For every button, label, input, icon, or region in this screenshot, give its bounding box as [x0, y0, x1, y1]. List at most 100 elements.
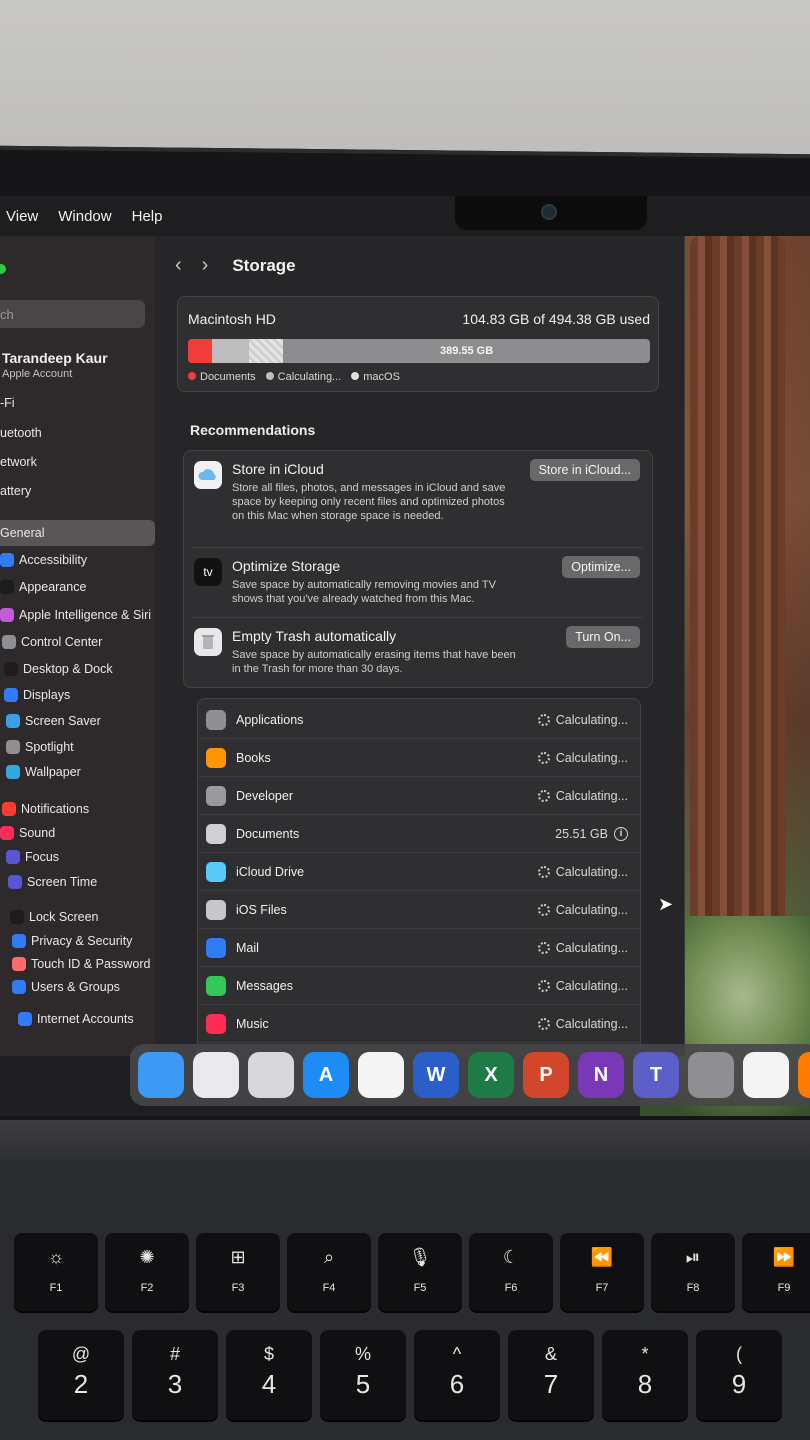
recommendation-optimize: tv Optimize Storage Save space by automa…	[192, 547, 644, 617]
powerpoint-icon[interactable]: P	[523, 1052, 569, 1098]
key-shift-label: ^	[452, 1344, 462, 1364]
back-chevron-icon[interactable]: ‹	[175, 254, 182, 277]
function-key-icon: ⌕	[323, 1247, 335, 1267]
turn-on-button[interactable]: Turn On...	[566, 626, 640, 648]
key-label: 7	[543, 1369, 559, 1399]
sidebar-item-label: attery	[0, 484, 32, 498]
window-zoom-button[interactable]	[0, 264, 6, 274]
key-7[interactable]: & 7	[508, 1330, 594, 1420]
sidebar-item-label: Appearance	[19, 580, 87, 594]
launchpad-icon[interactable]	[193, 1052, 239, 1098]
sidebar-item-screen-time[interactable]: Screen Time	[8, 871, 97, 893]
usage-segment-calculating[interactable]	[212, 339, 249, 363]
menu-window[interactable]: Window	[58, 208, 111, 225]
category-row-books[interactable]: Books Calculating...	[198, 739, 640, 777]
word-icon[interactable]: W	[413, 1052, 459, 1098]
usage-segment-macos[interactable]	[248, 339, 284, 363]
key-f8[interactable]: ⏯ F8	[651, 1233, 735, 1311]
account-name[interactable]: Tarandeep Kaur	[2, 350, 108, 366]
sidebar-item-desktop-dock[interactable]: Desktop & Dock	[4, 658, 113, 680]
sidebar-item-label: Notifications	[21, 802, 90, 816]
sidebar-item-touch-id-password[interactable]: Touch ID & Password	[12, 953, 151, 975]
sidebar-app-icon	[4, 688, 18, 702]
category-size: Calculating...	[537, 903, 628, 917]
sidebar-item-wallpaper[interactable]: Wallpaper	[6, 761, 81, 783]
sidebar-item-notifications[interactable]: Notifications	[2, 798, 89, 820]
info-icon[interactable]: i	[614, 826, 628, 841]
forward-chevron-icon[interactable]: ›	[202, 254, 209, 277]
menu-help[interactable]: Help	[132, 208, 163, 225]
key-label: F8	[686, 1282, 700, 1294]
key-9[interactable]: (9	[696, 1330, 782, 1420]
key-f7[interactable]: ⏪ F7	[560, 1233, 644, 1311]
sidebar-item-sound[interactable]: Sound	[0, 822, 55, 844]
key-f4[interactable]: ⌕ F4	[287, 1233, 371, 1311]
teams-icon[interactable]: T	[633, 1052, 679, 1098]
sidebar-item-attery[interactable]: attery	[0, 480, 31, 502]
calculator-icon[interactable]	[248, 1052, 294, 1098]
firefox-icon[interactable]	[798, 1052, 810, 1098]
menu-view[interactable]: View	[6, 208, 38, 225]
sidebar-item-users-groups[interactable]: Users & Groups	[12, 976, 120, 998]
photos-icon[interactable]	[358, 1052, 404, 1098]
usage-segment-documents[interactable]	[188, 339, 213, 363]
app-store-icon[interactable]: A	[303, 1052, 349, 1098]
storage-usage-bar[interactable]: 389.55 GB	[188, 339, 650, 363]
chrome-icon[interactable]	[743, 1052, 789, 1098]
sidebar-item-privacy-security[interactable]: Privacy & Security	[12, 930, 132, 952]
dock-icon-glyph: T	[649, 1063, 663, 1086]
sidebar-item-uetooth[interactable]: uetooth	[0, 422, 42, 444]
onenote-icon[interactable]: N	[578, 1052, 624, 1098]
sidebar-search-input[interactable]: ch	[0, 300, 145, 328]
category-row-mail[interactable]: Mail Calculating...	[198, 929, 640, 967]
key-f5[interactable]: 🎙 F5	[378, 1233, 462, 1311]
sidebar-app-icon	[0, 553, 14, 567]
dock-icon-glyph: N	[593, 1063, 609, 1086]
function-key-icon: ☼	[47, 1247, 65, 1267]
sidebar-item-lock-screen[interactable]: Lock Screen	[10, 906, 98, 928]
key-f6[interactable]: ☾ F6	[469, 1233, 553, 1311]
sidebar-item-focus[interactable]: Focus	[6, 846, 59, 868]
sidebar-item-displays[interactable]: Displays	[4, 684, 70, 706]
key-f1[interactable]: ☼ F1	[14, 1233, 98, 1311]
category-row-applications[interactable]: Applications Calculating...	[198, 701, 640, 739]
key-5[interactable]: % 5	[320, 1330, 406, 1420]
key-4[interactable]: $4	[226, 1330, 312, 1420]
store-in-icloud-button[interactable]: Store in iCloud...	[529, 459, 640, 481]
category-row-documents[interactable]: Documents 25.51 GB i	[198, 815, 640, 853]
system-settings-icon[interactable]	[688, 1052, 734, 1098]
optimize-button[interactable]: Optimize...	[562, 556, 640, 578]
account-subtitle: Apple Account	[2, 368, 73, 380]
key-8[interactable]: * 8	[602, 1330, 688, 1420]
key-2[interactable]: @2	[38, 1330, 124, 1420]
key-3[interactable]: #3	[132, 1330, 218, 1420]
sidebar-item-appearance[interactable]: Appearance	[0, 576, 86, 598]
category-name: Mail	[236, 940, 259, 955]
sidebar-item-control-center[interactable]: Control Center	[2, 631, 102, 653]
key-f2[interactable]: ✺ F2	[105, 1233, 189, 1311]
key-f3[interactable]: ⊞ F3	[196, 1233, 280, 1311]
sidebar-app-icon	[6, 740, 20, 754]
sidebar-item-general[interactable]: General	[0, 520, 155, 546]
key-6[interactable]: ^ 6	[414, 1330, 500, 1420]
sidebar-item-apple-intelligence-siri[interactable]: Apple Intelligence & Siri	[0, 604, 151, 626]
sidebar-item-spotlight[interactable]: Spotlight	[6, 736, 74, 758]
sidebar-item-accessibility[interactable]: Accessibility	[0, 549, 87, 571]
function-key-icon: ⊞	[230, 1247, 246, 1267]
category-row-icloud-drive[interactable]: iCloud Drive Calculating...	[198, 853, 640, 891]
category-row-messages[interactable]: Messages Calculating...	[198, 967, 640, 1005]
category-row-ios-files[interactable]: iOS Files Calculating...	[198, 891, 640, 929]
sidebar-item-fi[interactable]: -Fi	[0, 392, 15, 414]
key-f9[interactable]: ⏩ F9	[742, 1233, 810, 1311]
category-row-music[interactable]: Music Calculating...	[198, 1005, 640, 1043]
sidebar-item-label: Lock Screen	[29, 910, 99, 924]
category-row-developer[interactable]: Developer Calculating...	[198, 777, 640, 815]
key-label: F2	[140, 1282, 154, 1294]
excel-icon[interactable]: X	[468, 1052, 514, 1098]
finder-icon[interactable]	[138, 1052, 184, 1098]
category-size-text: Calculating...	[555, 750, 628, 765]
sidebar-item-etwork[interactable]: etwork	[0, 451, 37, 473]
developer-icon	[206, 785, 226, 806]
sidebar-item-screen-saver[interactable]: Screen Saver	[6, 710, 101, 732]
sidebar-item-internet-accounts[interactable]: Internet Accounts	[18, 1008, 134, 1030]
